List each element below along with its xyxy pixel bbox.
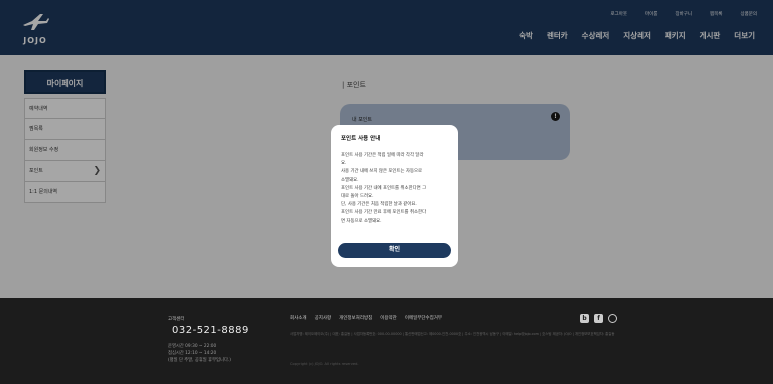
instagram-icon[interactable] (608, 314, 617, 323)
modal-line: 요. (341, 161, 347, 167)
company-info: 사업자명: 제이오제이오(주) | 대표: 홍길동 | 사업자등록번호: 000… (290, 332, 615, 336)
footer-link-email-policy[interactable]: 이메일무단수집거부 (405, 315, 442, 321)
customer-center-label: 고객센터 (168, 317, 185, 322)
footer-link-privacy[interactable]: 개인정보처리방침 (339, 315, 372, 321)
modal-line: 대로 돌아 드려요. (341, 194, 374, 200)
hours-line: (평일 단 주말, 공휴일 휴무입니다.) (168, 358, 231, 363)
footer-links: 회사소개 공지사항 개인정보처리방침 이용약관 이메일무단수집거부 (290, 315, 442, 321)
modal-line: 단, 사용 기간은 처음 적립한 날과 같아요. (341, 202, 417, 208)
site-footer: 고객센터 032-521-8889 운영시간 09:30 ~ 22:00 점심시… (0, 298, 773, 384)
modal-line: 사용 기간 내에 쓰지 않은 포인트는 자동으로 (341, 169, 423, 175)
copyright: Copyright (c) JOJO. All rights reserved. (290, 362, 359, 366)
footer-link-notice[interactable]: 공지사항 (315, 315, 332, 321)
footer-link-terms[interactable]: 이용약관 (380, 315, 397, 321)
modal-line: 소멸돼요. (341, 177, 359, 183)
facebook-icon[interactable]: f (594, 314, 603, 323)
confirm-button[interactable]: 확인 (338, 243, 451, 258)
modal-line: 면 자동으로 소멸돼요. (341, 218, 382, 224)
modal-body: 포인트 사용 기간은 적립 일에 따라 각각 달라 요. 사용 기간 내에 쓰지… (341, 152, 448, 226)
social-links: b f (580, 314, 617, 323)
modal-title: 포인트 사용 안내 (341, 136, 381, 142)
modal-line: 포인트 사용 기간 내에 포인트를 취소한다면 그 (341, 185, 427, 191)
hours-line: 운영시간 09:30 ~ 22:00 (168, 344, 217, 349)
modal-line: 포인트 사용 기간 만료 후에 포인트를 취소한다 (341, 210, 427, 216)
blog-icon[interactable]: b (580, 314, 589, 323)
modal-line: 포인트 사용 기간은 적립 일에 따라 각각 달라 (341, 153, 424, 158)
customer-center-phone: 032-521-8889 (172, 325, 249, 336)
footer-link-about[interactable]: 회사소개 (290, 315, 307, 321)
points-guide-modal: 포인트 사용 안내 포인트 사용 기간은 적립 일에 따라 각각 달라 요. 사… (331, 125, 458, 267)
business-hours: 운영시간 09:30 ~ 22:00 점심시간 12:10 ~ 14:20 (평… (168, 343, 231, 364)
hours-line: 점심시간 12:10 ~ 14:20 (168, 351, 217, 356)
